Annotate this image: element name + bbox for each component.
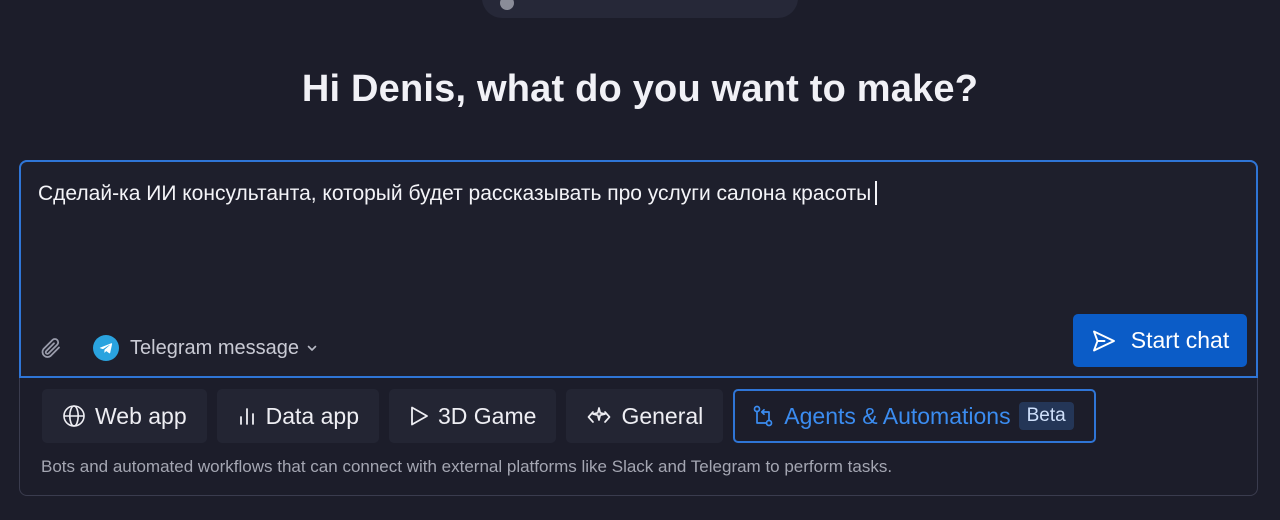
tab-label: Data app bbox=[265, 402, 359, 429]
tab-label: Agents & Automations bbox=[784, 402, 1011, 429]
tab-label: General bbox=[621, 402, 704, 429]
prompt-input[interactable]: Сделай-ка ИИ консультанта, который будет… bbox=[19, 160, 1258, 378]
tab-label: Web app bbox=[95, 402, 187, 429]
tab-agents-automations[interactable]: Agents & Automations Beta bbox=[733, 389, 1096, 443]
top-pill[interactable] bbox=[482, 0, 798, 18]
globe-icon bbox=[63, 405, 85, 427]
paperclip-icon[interactable] bbox=[39, 335, 63, 361]
sparkle-code-icon bbox=[588, 407, 611, 423]
send-icon bbox=[1092, 330, 1115, 351]
play-icon bbox=[411, 406, 428, 426]
telegram-icon bbox=[93, 335, 119, 361]
channel-select[interactable]: Telegram message bbox=[93, 333, 318, 363]
tab-general[interactable]: General bbox=[566, 389, 724, 443]
prompt-value: Сделай-ка ИИ консультанта, который будет… bbox=[38, 182, 872, 205]
channel-label: Telegram message bbox=[130, 336, 299, 359]
app-type-tabs: Web app Data app 3D Game General Agents … bbox=[42, 389, 1096, 443]
avatar-icon bbox=[500, 0, 514, 10]
tab-3d-game[interactable]: 3D Game bbox=[389, 389, 557, 443]
tab-label: 3D Game bbox=[438, 402, 537, 429]
workflow-icon bbox=[753, 405, 773, 427]
start-chat-button[interactable]: Start chat bbox=[1073, 314, 1247, 367]
composer-panel: Сделай-ка ИИ консультанта, который будет… bbox=[19, 160, 1258, 496]
prompt-text[interactable]: Сделай-ка ИИ консультанта, который будет… bbox=[38, 181, 878, 206]
text-caret bbox=[875, 181, 878, 205]
tab-data-app[interactable]: Data app bbox=[216, 389, 379, 443]
app-type-description: Bots and automated workflows that can co… bbox=[41, 457, 893, 476]
tab-web-app[interactable]: Web app bbox=[42, 389, 207, 443]
start-chat-label: Start chat bbox=[1130, 327, 1230, 353]
page: Hi Denis, what do you want to make? Сдел… bbox=[0, 0, 1280, 520]
beta-badge: Beta bbox=[1018, 402, 1074, 430]
bar-chart-icon bbox=[239, 408, 254, 425]
page-title: Hi Denis, what do you want to make? bbox=[301, 68, 979, 110]
chevron-down-icon bbox=[307, 345, 317, 351]
